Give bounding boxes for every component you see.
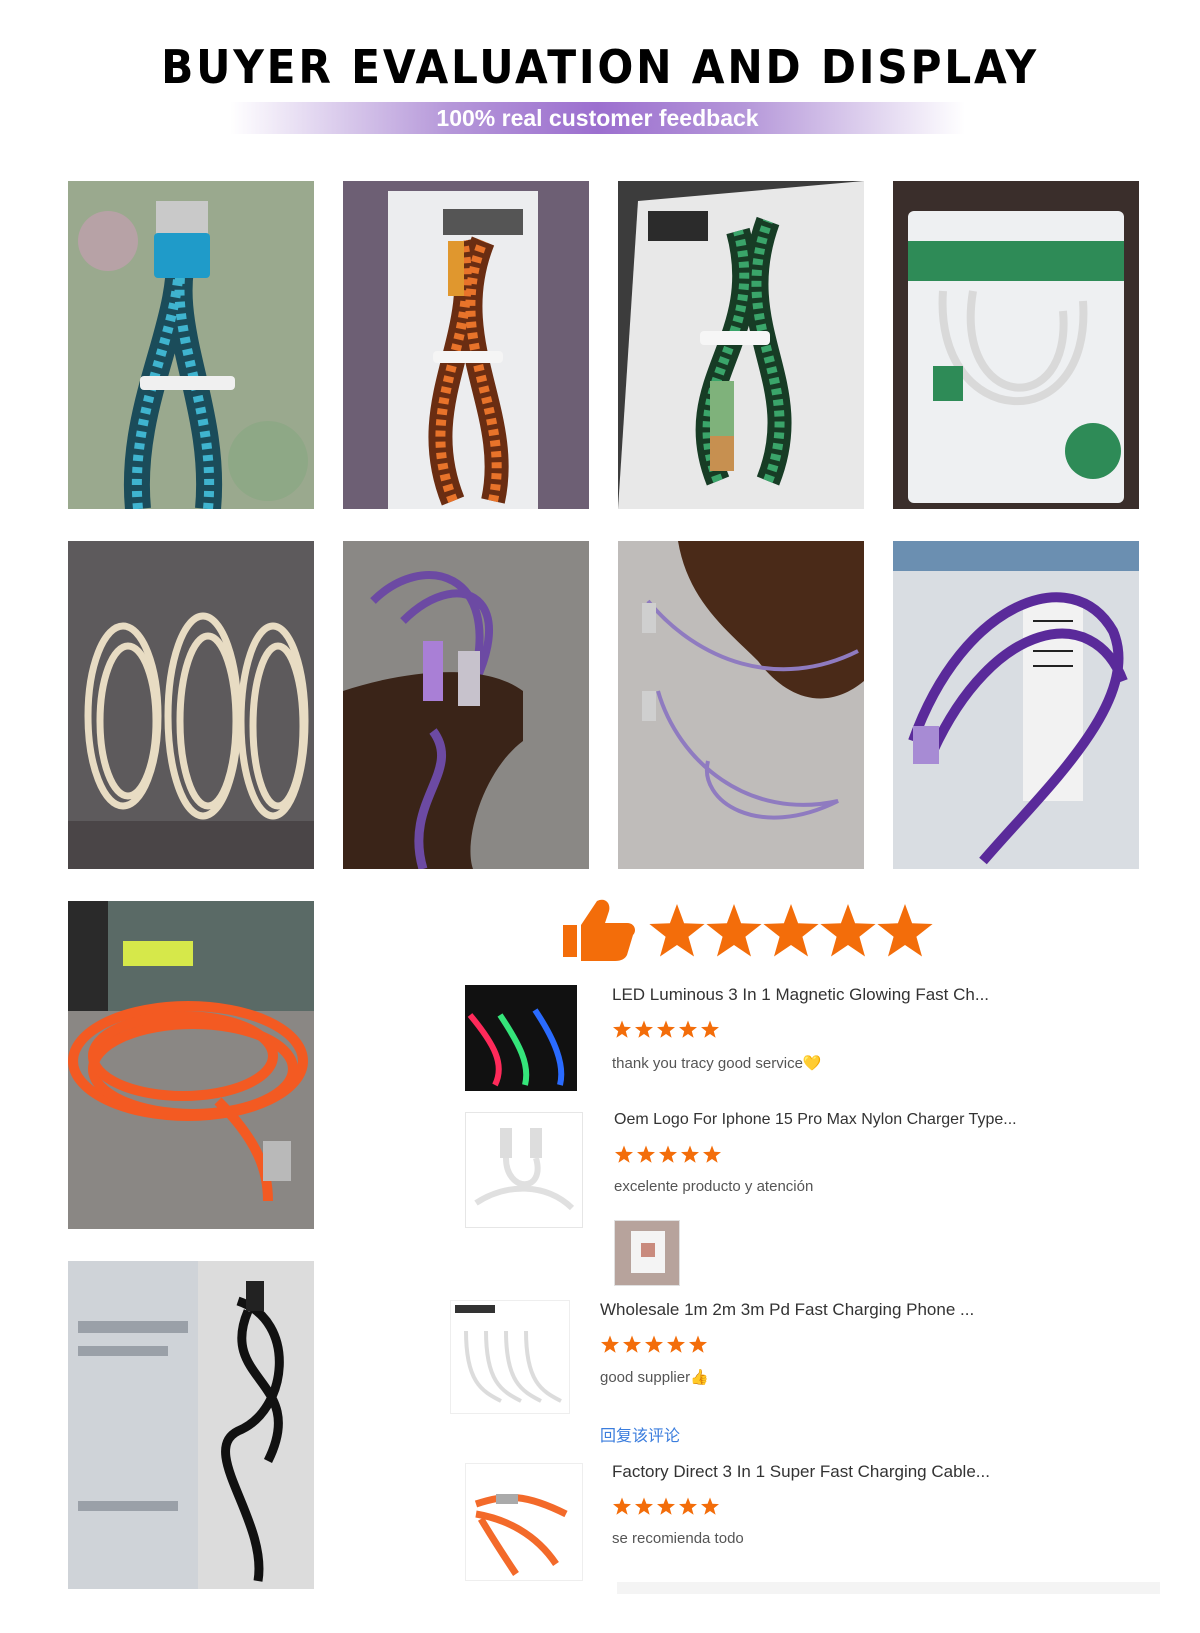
review-title[interactable]: LED Luminous 3 In 1 Magnetic Glowing Fas… — [612, 985, 989, 1005]
star-icon — [689, 1335, 707, 1353]
star-icon — [637, 1145, 655, 1163]
orange-silicone-cable-photo — [68, 901, 314, 1229]
review-comment: good supplier👍 — [600, 1369, 709, 1386]
review-title[interactable]: Wholesale 1m 2m 3m Pd Fast Charging Phon… — [600, 1300, 974, 1320]
review-title[interactable]: Oem Logo For Iphone 15 Pro Max Nylon Cha… — [614, 1111, 1017, 1129]
star-icon — [613, 1020, 631, 1038]
reply-link[interactable]: 回复该评论 — [600, 1422, 680, 1446]
star-icon — [659, 1145, 677, 1163]
review-stars — [600, 1335, 720, 1355]
star-icon — [703, 1145, 721, 1163]
star-icon — [877, 904, 933, 957]
purple-cable-package-photo — [893, 541, 1139, 869]
purple-cable-hand-photo — [343, 541, 589, 869]
review-thumb-led-cable[interactable] — [465, 985, 577, 1091]
review-thumb-orange-cable[interactable] — [465, 1463, 583, 1581]
review-stars — [612, 1020, 732, 1040]
star-icon — [657, 1020, 675, 1038]
star-icon — [613, 1497, 631, 1515]
star-icon — [667, 1335, 685, 1353]
star-icon — [679, 1020, 697, 1038]
review-comment: excelente producto y atención — [614, 1178, 814, 1195]
purple-cable-palm-photo — [618, 541, 864, 869]
star-icon — [763, 904, 819, 957]
beige-cables-photo — [68, 541, 314, 869]
star-icon — [706, 904, 762, 957]
star-icon — [645, 1335, 663, 1353]
star-icon — [601, 1335, 619, 1353]
review-attachment-image[interactable] — [614, 1220, 680, 1286]
braided-green-cable-photo — [618, 181, 864, 509]
star-icon — [635, 1497, 653, 1515]
star-icon — [657, 1497, 675, 1515]
review-stars — [612, 1497, 732, 1517]
black-cable-photo — [68, 1261, 314, 1589]
overall-rating — [555, 895, 955, 972]
review-comment: thank you tracy good service💛 — [612, 1055, 822, 1072]
star-icon — [679, 1497, 697, 1515]
star-icon — [623, 1335, 641, 1353]
review-comment: se recomienda todo — [612, 1530, 744, 1547]
star-icon — [701, 1497, 719, 1515]
star-icon — [820, 904, 876, 957]
divider — [617, 1582, 1160, 1594]
review-thumb-cable-set[interactable] — [450, 1300, 570, 1414]
review-title[interactable]: Factory Direct 3 In 1 Super Fast Chargin… — [612, 1462, 990, 1482]
star-icon — [635, 1020, 653, 1038]
star-icon — [615, 1145, 633, 1163]
star-icon — [681, 1145, 699, 1163]
star-icon — [701, 1020, 719, 1038]
braided-blue-cable-photo — [68, 181, 314, 509]
subtitle-text: 100% real customer feedback — [436, 105, 759, 131]
review-thumb-white-cable[interactable] — [465, 1112, 583, 1228]
braided-orange-cable-photo — [343, 181, 589, 509]
review-stars — [614, 1145, 734, 1165]
page-title: BUYER EVALUATION AND DISPLAY — [161, 40, 1039, 94]
white-cable-package-photo — [893, 181, 1139, 509]
star-icon — [649, 904, 705, 957]
thumbs-up-icon — [563, 899, 635, 961]
